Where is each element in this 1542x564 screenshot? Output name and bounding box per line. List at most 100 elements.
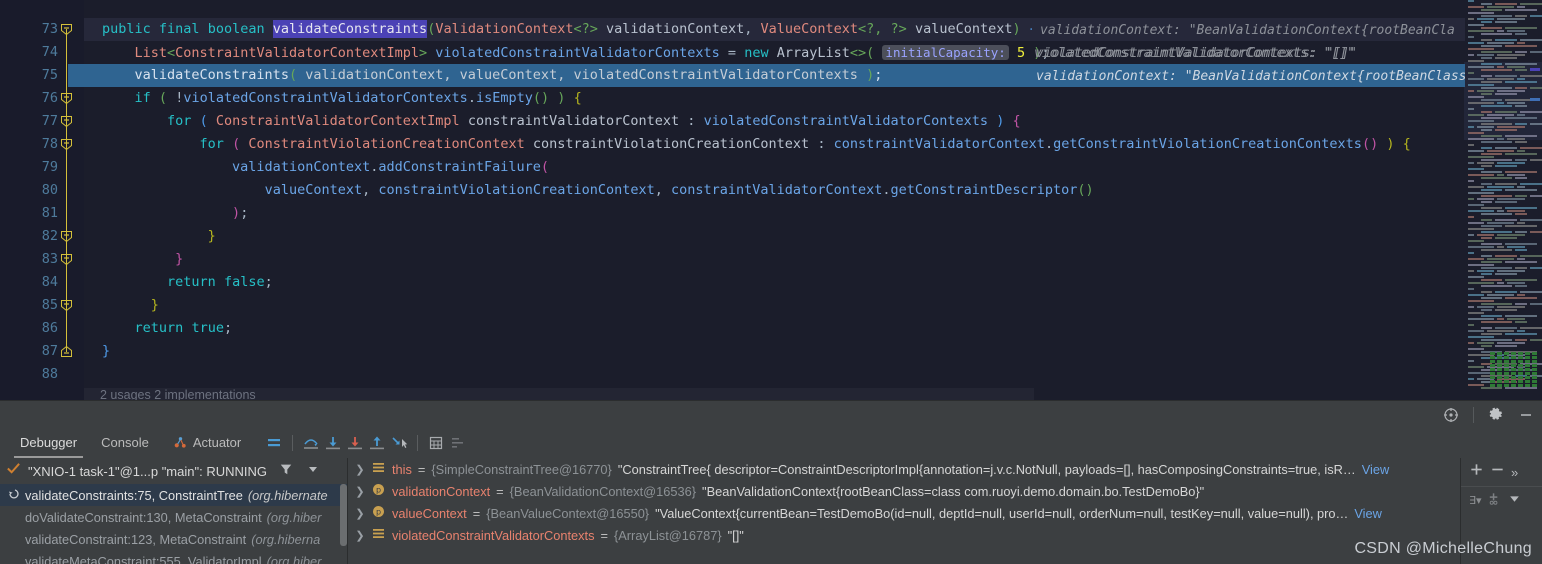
- thread-selector[interactable]: "XNIO-1 task-1"@1...p "main": RUNNING: [0, 458, 347, 484]
- tab-console[interactable]: Console: [89, 428, 161, 458]
- view-link[interactable]: View: [1354, 506, 1382, 521]
- variable-value: "[]": [727, 527, 744, 543]
- code-line[interactable]: }: [84, 225, 1542, 248]
- code-minimap[interactable]: [1464, 0, 1542, 400]
- code-line[interactable]: for ( ConstraintValidatorContextImpl con…: [84, 110, 1542, 133]
- variables-panel[interactable]: ❯ this = {SimpleConstraintTree@16770} "C…: [348, 458, 1460, 564]
- code-line[interactable]: if ( !violatedConstraintValidatorContext…: [84, 87, 1542, 110]
- frames-panel[interactable]: "XNIO-1 task-1"@1...p "main": RUNNING va…: [0, 458, 347, 564]
- code-line[interactable]: return true;: [84, 317, 1542, 340]
- frame-method: validateConstraints:75, ConstraintTree: [25, 487, 243, 503]
- frame-item[interactable]: validateConstraint:123, MetaConstraint (…: [0, 528, 347, 550]
- filter-icon[interactable]: [279, 462, 293, 481]
- svg-text:p: p: [376, 486, 381, 495]
- step-out-button[interactable]: [366, 432, 388, 454]
- chevron-right-icon[interactable]: ❯: [354, 507, 366, 520]
- chevron-down-icon[interactable]: [1508, 492, 1521, 510]
- gutter-line: 76: [0, 87, 84, 110]
- svg-text:p: p: [376, 508, 381, 517]
- variable-ref: {BeanValidationContext@16536}: [509, 483, 697, 499]
- step-over-button[interactable]: [300, 432, 322, 454]
- minimize-icon[interactable]: [1518, 407, 1534, 423]
- line-number: 78: [41, 136, 58, 152]
- variable-row[interactable]: ❯ this = {SimpleConstraintTree@16770} "C…: [348, 458, 1460, 480]
- frames-scrollbar[interactable]: [340, 484, 347, 546]
- minus-icon[interactable]: [1490, 462, 1505, 482]
- layout-settings-button[interactable]: [447, 432, 469, 454]
- gutter-line: 86: [0, 317, 84, 340]
- chevron-right-icon[interactable]: ❯: [354, 463, 366, 476]
- gutter-line: 78: [0, 133, 84, 156]
- line-number: 86: [41, 320, 58, 336]
- code-line[interactable]: }: [84, 340, 1542, 363]
- gutter-line: 82: [0, 225, 84, 248]
- editor-gutter[interactable]: 73 74 75 76 77 78 79 80 81 82 83 84 85 8…: [0, 0, 84, 400]
- code-line[interactable]: valueContext, constraintViolationCreatio…: [84, 179, 1542, 202]
- tab-actuator[interactable]: Actuator: [161, 428, 253, 458]
- code-line[interactable]: for ( ConstraintViolationCreationContext…: [84, 133, 1542, 156]
- variable-row[interactable]: ❯ p valueContext = {BeanValueContext@165…: [348, 502, 1460, 524]
- frame-package: (org.hiber: [266, 553, 322, 564]
- fold-handle-icon[interactable]: [60, 23, 73, 36]
- gutter-line: 75: [0, 64, 84, 87]
- frame-package: (org.hiber: [266, 509, 322, 525]
- variable-value: "ConstraintTree{ descriptor=ConstraintDe…: [617, 461, 1356, 477]
- idea-window: 1 usage 73 74 75: [0, 0, 1542, 564]
- run-to-cursor-button[interactable]: [388, 432, 410, 454]
- variable-row[interactable]: ❯ p validationContext = {BeanValidationC…: [348, 480, 1460, 502]
- fold-handle-icon[interactable]: [60, 345, 73, 358]
- tab-debugger[interactable]: Debugger: [8, 428, 89, 458]
- add-watch-icon[interactable]: [1487, 491, 1502, 511]
- force-step-into-button[interactable]: [344, 432, 366, 454]
- chevron-right-icon[interactable]: ❯: [354, 485, 366, 498]
- minimap-marker: [1530, 68, 1540, 71]
- frame-package: (org.hiberna: [251, 531, 321, 547]
- code-editor[interactable]: 1 usage 73 74 75: [0, 0, 1542, 400]
- show-execution-point-button[interactable]: [263, 432, 285, 454]
- fold-handle-icon[interactable]: [60, 230, 73, 243]
- frame-item[interactable]: doValidateConstraint:130, MetaConstraint…: [0, 506, 347, 528]
- debugger-toolwindow: Debugger Console Actuator "XNIO-1 task-1…: [0, 428, 1542, 564]
- parameter-icon: p: [372, 483, 386, 499]
- group-by-icon[interactable]: ∃▾: [1469, 494, 1481, 507]
- frame-item[interactable]: validateConstraints:75, ConstraintTree (…: [0, 484, 347, 506]
- view-link[interactable]: View: [1362, 462, 1390, 477]
- watermark-label: CSDN @MichelleChung: [1354, 540, 1532, 557]
- actuator-icon: [173, 431, 188, 461]
- step-into-button[interactable]: [322, 432, 344, 454]
- chevron-double-right-icon[interactable]: »: [1511, 465, 1518, 480]
- code-line[interactable]: }: [84, 248, 1542, 271]
- chevron-right-icon[interactable]: ❯: [354, 529, 366, 542]
- line-number: 75: [41, 67, 58, 83]
- variable-ref: {ArrayList@16787}: [613, 527, 722, 543]
- variable-row[interactable]: ❯ violatedConstraintValidatorContexts = …: [348, 524, 1460, 546]
- line-number: 80: [41, 182, 58, 198]
- variable-name: this: [392, 461, 412, 477]
- fold-handle-icon[interactable]: [60, 138, 73, 151]
- equals-sign: =: [417, 461, 426, 477]
- variable-name: valueContext: [392, 505, 467, 521]
- crosshair-icon[interactable]: [1443, 407, 1459, 423]
- gutter-line: 79: [0, 156, 84, 179]
- gear-icon[interactable]: [1488, 407, 1504, 423]
- frame-item[interactable]: validateMetaConstraint:555, ValidatorImp…: [0, 550, 347, 564]
- usages-implementations-label[interactable]: 2 usages 2 implementations: [100, 388, 256, 400]
- chevron-down-icon[interactable]: [307, 462, 319, 480]
- fold-handle-icon[interactable]: [60, 115, 73, 128]
- code-line[interactable]: validationContext.addConstraintFailure(: [84, 156, 1542, 179]
- equals-sign: =: [600, 527, 608, 543]
- code-line[interactable]: );: [84, 202, 1542, 225]
- variable-name: validationContext: [392, 483, 491, 499]
- code-line[interactable]: [84, 363, 1542, 386]
- plus-icon[interactable]: [1469, 462, 1484, 482]
- tab-console-label: Console: [101, 435, 149, 450]
- inline-hint-73-text: validationContext: "BeanValidationContex…: [1040, 23, 1455, 38]
- fold-handle-icon[interactable]: [60, 253, 73, 266]
- fold-handle-icon[interactable]: [60, 92, 73, 105]
- fold-handle-icon[interactable]: [60, 299, 73, 312]
- code-line[interactable]: return false;: [84, 271, 1542, 294]
- line-number: 73: [41, 21, 58, 37]
- equals-sign: =: [472, 505, 481, 521]
- evaluate-expression-button[interactable]: [425, 432, 447, 454]
- code-line[interactable]: }: [84, 294, 1542, 317]
